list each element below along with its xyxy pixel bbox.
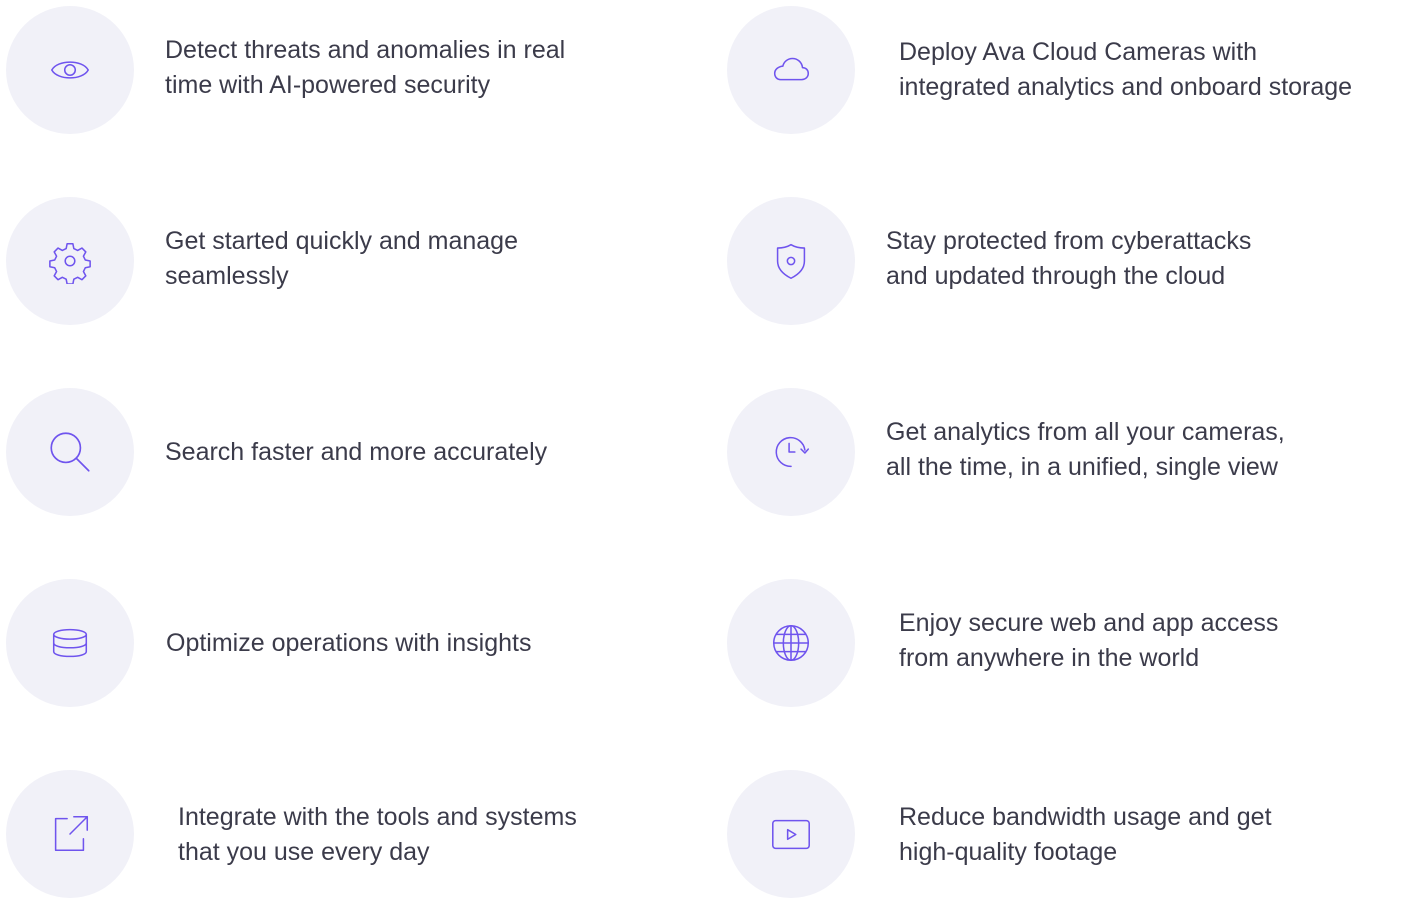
feature-text: Integrate with the tools and systems tha… bbox=[178, 803, 577, 866]
feature-text: Get started quickly and manage seamlessl… bbox=[165, 227, 518, 290]
feature-icon-circle bbox=[727, 579, 855, 707]
feature-icon-circle bbox=[727, 197, 855, 325]
feature-text: Search faster and more accurately bbox=[165, 437, 548, 466]
clock-refresh-icon bbox=[775, 436, 810, 468]
feature-text: Get analytics from all your cameras, all… bbox=[886, 418, 1285, 481]
cloud-icon bbox=[773, 57, 810, 81]
external-link-icon bbox=[54, 815, 89, 852]
feature-item-search-faster: Search faster and more accurately bbox=[6, 388, 706, 518]
feature-icon-circle bbox=[6, 6, 134, 134]
feature-icon-circle bbox=[6, 579, 134, 707]
feature-item-optimize-operations: Optimize operations with insights bbox=[6, 579, 706, 709]
feature-icon-circle bbox=[727, 388, 855, 516]
feature-icon-circle bbox=[727, 6, 855, 134]
feature-item-cyber-protection: Stay protected from cyberattacks and upd… bbox=[727, 197, 1417, 327]
feature-icon-circle bbox=[6, 770, 134, 898]
feature-text: Optimize operations with insights bbox=[166, 628, 532, 657]
feature-item-get-started: Get started quickly and manage seamlessl… bbox=[6, 197, 706, 327]
feature-item-cloud-cameras: Deploy Ava Cloud Cameras with integrated… bbox=[727, 6, 1417, 136]
database-icon bbox=[52, 628, 88, 658]
globe-icon bbox=[772, 624, 810, 662]
feature-text: Stay protected from cyberattacks and upd… bbox=[886, 227, 1252, 290]
feature-item-secure-access: Enjoy secure web and app access from any… bbox=[727, 579, 1417, 709]
feature-text: Reduce bandwidth usage and get high-qual… bbox=[899, 803, 1272, 866]
play-video-icon bbox=[772, 819, 810, 850]
feature-icon-circle bbox=[6, 388, 134, 516]
gear-icon bbox=[49, 242, 91, 284]
eye-icon bbox=[51, 61, 89, 79]
feature-item-reduce-bandwidth: Reduce bandwidth usage and get high-qual… bbox=[727, 770, 1417, 898]
shield-icon bbox=[776, 243, 806, 280]
feature-text: Deploy Ava Cloud Cameras with integrated… bbox=[899, 38, 1353, 101]
feature-text: Detect threats and anomalies in real tim… bbox=[165, 36, 566, 99]
feature-icon-circle bbox=[6, 197, 134, 325]
feature-icon-circle bbox=[727, 770, 855, 898]
feature-item-detect-threats: Detect threats and anomalies in real tim… bbox=[6, 6, 706, 136]
feature-item-integrate-tools: Integrate with the tools and systems tha… bbox=[6, 770, 706, 898]
search-icon bbox=[50, 432, 90, 472]
feature-text: Enjoy secure web and app access from any… bbox=[899, 609, 1279, 672]
feature-item-unified-analytics: Get analytics from all your cameras, all… bbox=[727, 388, 1417, 518]
